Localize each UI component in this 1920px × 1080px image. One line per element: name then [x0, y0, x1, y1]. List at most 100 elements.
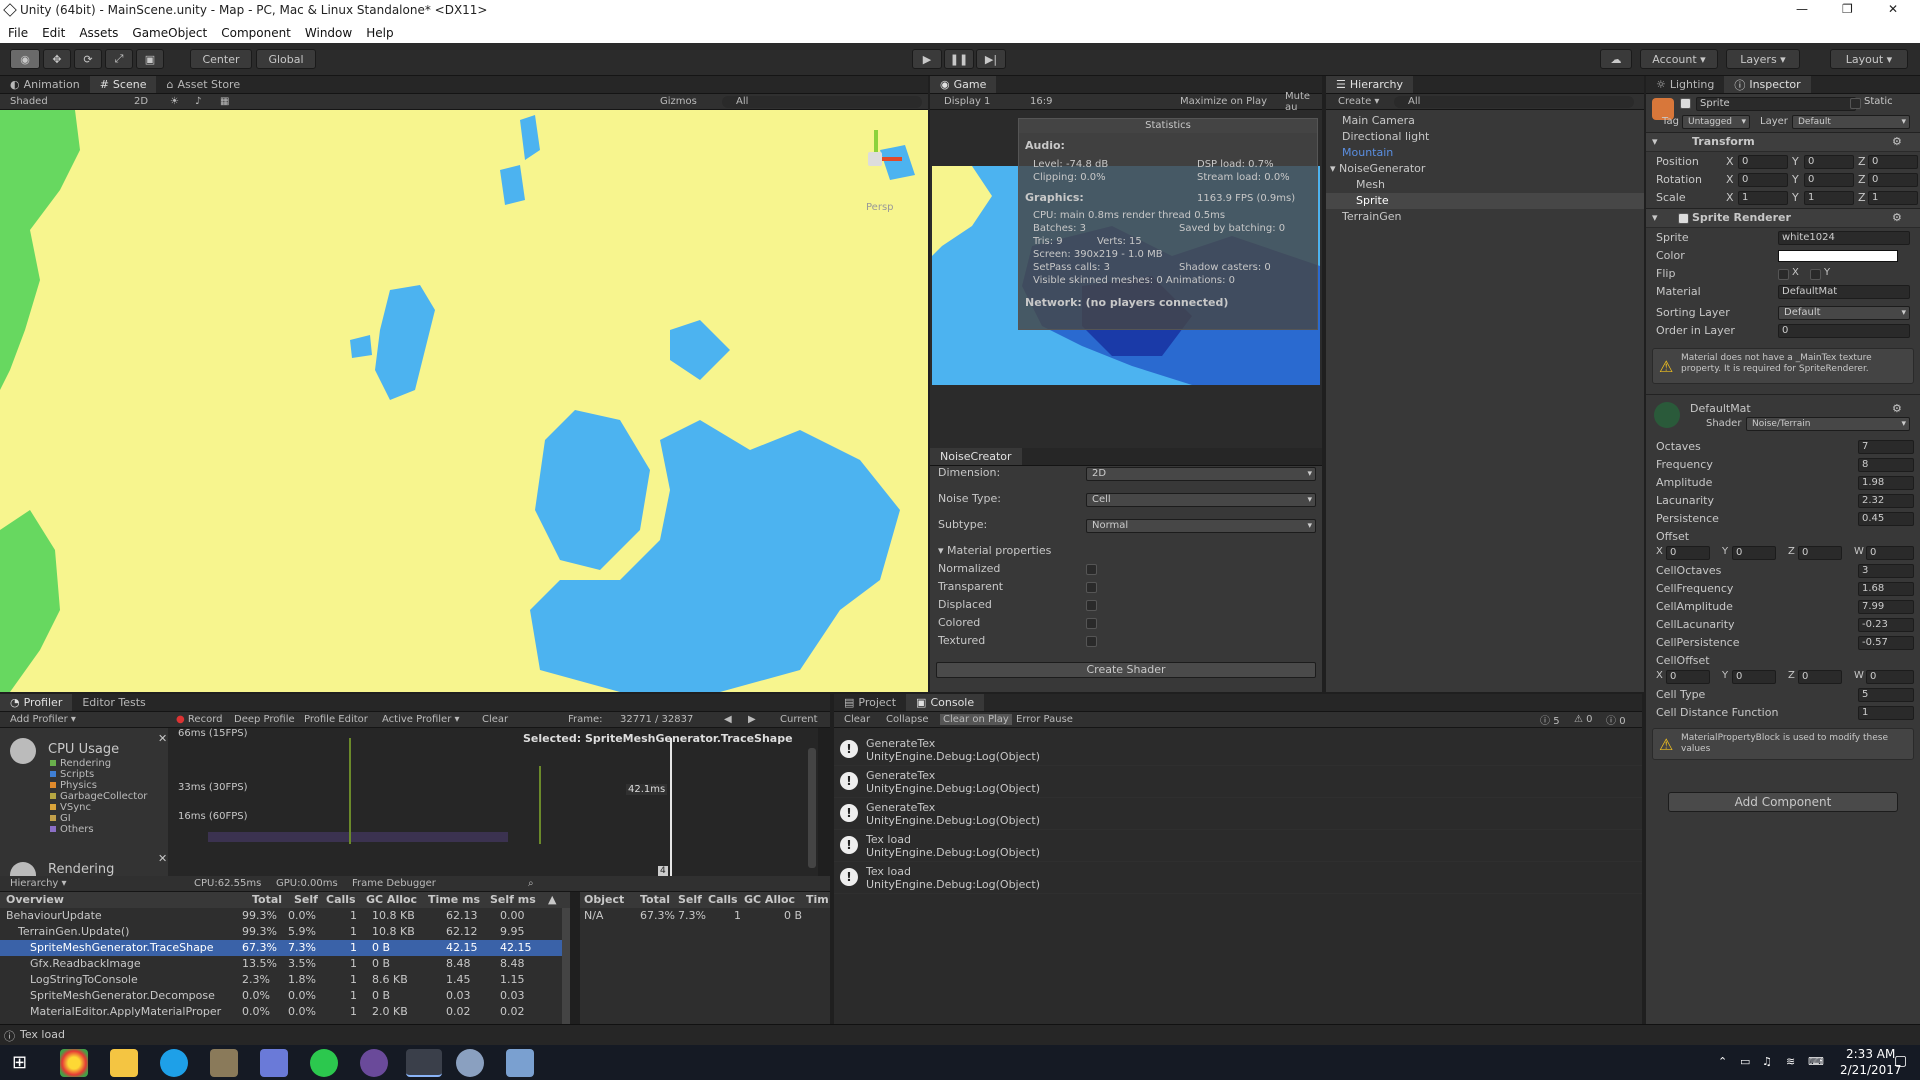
console-entry[interactable]: ! GenerateTex UnityEngine.Debug:Log(Object…: [834, 798, 1642, 830]
tab-inspector[interactable]: ⓘ Inspector: [1724, 76, 1811, 93]
hierarchy-item-noise-generator[interactable]: ▾ NoiseGenerator: [1330, 162, 1425, 175]
displaced-checkbox[interactable]: [1086, 600, 1097, 611]
static-checkbox[interactable]: [1850, 98, 1861, 109]
frame-debugger-button[interactable]: Frame Debugger: [352, 878, 436, 889]
hand-tool-button[interactable]: ◉: [10, 49, 40, 69]
table-row[interactable]: SpriteMeshGenerator.TraceShape 67.3% 7.3% 1…: [0, 940, 570, 956]
table-row[interactable]: MaterialEditor.ApplyMaterialProper 0.0% 0.…: [0, 1004, 570, 1020]
tab-asset-store[interactable]: ⌂ Asset Store: [156, 76, 250, 93]
table-row[interactable]: Gfx.ReadbackImage 13.5% 3.5% 1 0 B 8.48 8.48: [0, 956, 570, 972]
scale-tool-button[interactable]: ⤢: [105, 49, 133, 69]
add-component-button[interactable]: Add Component: [1668, 792, 1898, 812]
tray-chevron-icon[interactable]: ⌃: [1718, 1055, 1727, 1068]
obj-col-object[interactable]: Object: [584, 893, 624, 906]
sprite-field[interactable]: white1024: [1778, 231, 1910, 245]
tab-editor-tests[interactable]: Editor Tests: [72, 694, 155, 711]
add-profiler-dropdown[interactable]: Add Profiler ▾: [10, 714, 76, 725]
cpu-graph[interactable]: 66ms (15FPS) 33ms (30FPS) 16ms (60FPS) S…: [168, 728, 818, 876]
table-row[interactable]: BehaviourUpdate 99.3% 0.0% 1 10.8 KB 62.13 0.0…: [0, 908, 570, 924]
mode-2d-toggle[interactable]: 2D: [134, 96, 148, 107]
account-dropdown[interactable]: Account ▾: [1640, 49, 1718, 69]
sprite-renderer-settings-icon[interactable]: ⚙: [1892, 211, 1902, 224]
line-icon[interactable]: [310, 1049, 338, 1077]
close-button[interactable]: ✕: [1888, 2, 1898, 16]
rotation-z-field[interactable]: 0: [1868, 173, 1918, 187]
app-icon[interactable]: [210, 1049, 238, 1077]
profiler-scrollbar[interactable]: [808, 748, 816, 868]
console-entry[interactable]: ! GenerateTex UnityEngine.Debug:Log(Object…: [834, 766, 1642, 798]
menu-assets[interactable]: Assets: [79, 26, 118, 40]
col-time-ms[interactable]: Time ms: [428, 893, 480, 906]
create-shader-button[interactable]: Create Shader: [936, 662, 1316, 678]
aspect-dropdown[interactable]: 16:9: [1030, 96, 1052, 107]
menu-file[interactable]: File: [8, 26, 28, 40]
material-settings-icon[interactable]: ⚙: [1892, 402, 1902, 415]
rotate-tool-button[interactable]: ⟳: [74, 49, 102, 69]
layout-dropdown[interactable]: Layout ▾: [1830, 49, 1908, 69]
object-row[interactable]: N/A 67.3% 7.3% 1 0 B: [580, 908, 830, 924]
maximize-button[interactable]: ❐: [1842, 2, 1853, 16]
offset-z-field[interactable]: 0: [1798, 546, 1842, 560]
github-icon[interactable]: [360, 1049, 388, 1077]
octaves-field[interactable]: 7: [1858, 440, 1914, 454]
offset-y-field[interactable]: 0: [1732, 546, 1776, 560]
status-bar[interactable]: ⓘ Tex load: [0, 1024, 1920, 1045]
shaded-dropdown[interactable]: Shaded: [10, 96, 48, 107]
cell-type-field[interactable]: 5: [1858, 688, 1914, 702]
hierarchy-item-directional-light[interactable]: Directional light: [1342, 130, 1429, 143]
transparent-checkbox[interactable]: [1086, 582, 1097, 593]
legend-item[interactable]: GarbageCollector: [50, 791, 147, 802]
scene-gizmo[interactable]: [846, 130, 906, 190]
hierarchy-item-terraingen[interactable]: TerrainGen: [1342, 210, 1402, 223]
position-x-field[interactable]: 0: [1738, 155, 1788, 169]
cell-offset-z-field[interactable]: 0: [1798, 670, 1842, 684]
legend-item[interactable]: Rendering: [50, 758, 111, 769]
menu-component[interactable]: Component: [221, 26, 291, 40]
offset-w-field[interactable]: 0: [1866, 546, 1914, 560]
maximize-on-play-toggle[interactable]: Maximize on Play: [1180, 96, 1267, 107]
step-button[interactable]: ▶|: [976, 49, 1006, 69]
console-entry[interactable]: ! Tex load UnityEngine.Debug:Log(Object): [834, 830, 1642, 862]
menu-help[interactable]: Help: [366, 26, 393, 40]
clear-on-play-toggle[interactable]: Clear on Play: [940, 714, 1012, 725]
tab-animation[interactable]: ◐ Animation: [0, 76, 90, 93]
current-frame-button[interactable]: Current: [780, 714, 818, 725]
deep-profile-toggle[interactable]: Deep Profile: [234, 714, 295, 725]
table-scrollbar[interactable]: [562, 908, 570, 1038]
effects-toggle-icon[interactable]: ▦: [220, 96, 229, 107]
flip-y-checkbox[interactable]: [1810, 269, 1821, 280]
material-properties-foldout[interactable]: ▾ Material properties: [938, 544, 1051, 557]
play-button[interactable]: ▶: [912, 49, 942, 69]
network-icon[interactable]: ▭: [1740, 1055, 1750, 1068]
hierarchy-item-main-camera[interactable]: Main Camera: [1342, 114, 1415, 127]
cell-octaves-field[interactable]: 3: [1858, 564, 1914, 578]
persistence-field[interactable]: 0.45: [1858, 512, 1914, 526]
position-z-field[interactable]: 0: [1868, 155, 1918, 169]
console-entry[interactable]: ! Tex load UnityEngine.Debug:Log(Object): [834, 862, 1642, 894]
menu-edit[interactable]: Edit: [42, 26, 65, 40]
textured-checkbox[interactable]: [1086, 636, 1097, 647]
tab-console[interactable]: ▣ Console: [906, 694, 985, 711]
dimension-dropdown[interactable]: 2D: [1086, 467, 1316, 481]
console-entry[interactable]: ! GenerateTex UnityEngine.Debug:Log(Object…: [834, 734, 1642, 766]
skype-icon[interactable]: [160, 1049, 188, 1077]
shader-dropdown[interactable]: Noise/Terrain: [1746, 417, 1910, 431]
chrome-icon[interactable]: [60, 1049, 88, 1077]
audio-toggle-icon[interactable]: ♪: [195, 96, 201, 107]
volume-icon[interactable]: ♫: [1762, 1055, 1772, 1068]
monodevelop-icon[interactable]: [456, 1049, 484, 1077]
error-pause-toggle[interactable]: Error Pause: [1016, 714, 1073, 725]
col-self-ms[interactable]: Self ms: [490, 893, 536, 906]
cell-persistence-field[interactable]: -0.57: [1858, 636, 1914, 650]
tab-lighting[interactable]: ☼ Lighting: [1646, 76, 1724, 93]
cell-offset-x-field[interactable]: 0: [1666, 670, 1710, 684]
file-explorer-icon[interactable]: [110, 1049, 138, 1077]
legend-item[interactable]: GI: [50, 813, 71, 824]
record-toggle[interactable]: ● Record: [176, 714, 222, 725]
profiler-clear-button[interactable]: Clear: [482, 714, 508, 725]
profile-editor-toggle[interactable]: Profile Editor: [304, 714, 368, 725]
active-checkbox[interactable]: [1680, 98, 1691, 109]
lighting-toggle-icon[interactable]: ☀: [170, 96, 179, 107]
windows-start-icon[interactable]: ⊞: [12, 1052, 27, 1073]
sorting-layer-dropdown[interactable]: Default: [1778, 306, 1910, 320]
